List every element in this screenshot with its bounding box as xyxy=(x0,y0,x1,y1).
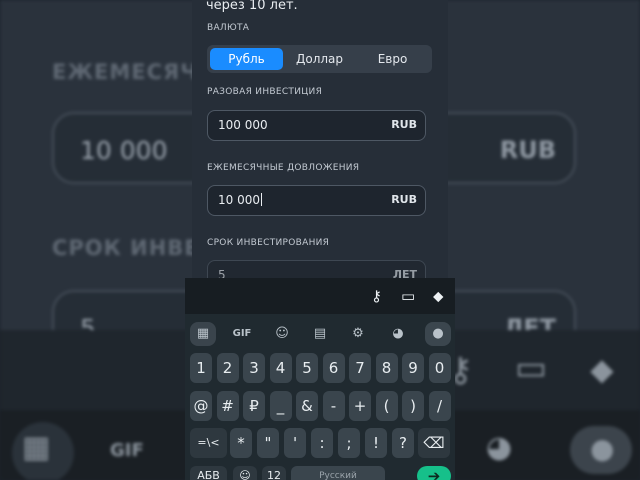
currency-option-ruble[interactable]: Рубль xyxy=(210,48,283,70)
punctuation-key[interactable]: ! xyxy=(365,428,387,458)
currency-option-dollar[interactable]: Доллар xyxy=(283,48,356,70)
bg-palette-icon: ◕ xyxy=(486,430,513,465)
bg-field-unit: RUB xyxy=(499,136,556,164)
initial-investment-field[interactable]: 100 000 RUB xyxy=(207,110,426,141)
punctuation-key[interactable]: " xyxy=(257,428,279,458)
symbol-key[interactable]: + xyxy=(349,391,371,421)
digit-key[interactable]: 9 xyxy=(402,353,424,383)
bg-grid-icon: ▦ xyxy=(22,430,51,465)
term-label: СРОК ИНВЕСТИРОВАНИЯ xyxy=(207,238,330,248)
grid-button[interactable]: ▦ xyxy=(190,322,216,346)
digit-key[interactable]: 6 xyxy=(322,353,345,383)
punctuation-key[interactable]: : xyxy=(311,428,333,458)
bg-mic-icon: ● xyxy=(590,432,615,465)
bg-card-icon: ▭ xyxy=(515,348,548,388)
mic-icon[interactable]: ● xyxy=(425,322,451,346)
digit-key[interactable]: 2 xyxy=(216,353,239,383)
bg-field-value: 10 000 xyxy=(80,136,168,165)
num-key[interactable]: 12 xyxy=(262,466,286,480)
term-value: 5 xyxy=(218,268,226,278)
term-field[interactable]: 5 ЛЕТ xyxy=(207,260,426,278)
clipboard-icon[interactable]: ▤ xyxy=(307,322,333,346)
location-pin-icon[interactable]: ⬥ xyxy=(433,287,444,305)
symbol-key[interactable]: _ xyxy=(269,391,292,421)
currency-segmented-control: Рубль Доллар Евро xyxy=(207,45,432,73)
symbol-key[interactable]: / xyxy=(428,391,451,421)
currency-option-euro[interactable]: Евро xyxy=(356,48,429,70)
monthly-contribution-field[interactable]: 10 000 RUB xyxy=(207,185,426,216)
digit-key[interactable]: 7 xyxy=(349,353,371,383)
shift-symbols-key[interactable]: =\< xyxy=(190,428,227,458)
backspace-key[interactable]: ⌫ xyxy=(418,428,450,458)
digit-key[interactable]: 8 xyxy=(375,353,398,383)
monthly-contribution-value-wrap: 10 000 xyxy=(218,193,262,207)
currency-label: ВАЛЮТА xyxy=(207,23,250,33)
symbol-key[interactable]: ) xyxy=(402,391,424,421)
abc-key[interactable]: АБВ xyxy=(190,466,227,480)
sticker-icon[interactable]: ☺ xyxy=(269,322,295,346)
palette-icon[interactable]: ◕ xyxy=(385,322,411,346)
space-key[interactable]: Русский xyxy=(291,466,385,480)
bg-pin-icon: ⬥ xyxy=(590,350,614,390)
monthly-contribution-unit: RUB xyxy=(391,193,417,206)
punctuation-key[interactable]: * xyxy=(230,428,252,458)
punctuation-key[interactable]: ' xyxy=(284,428,306,458)
digit-key[interactable]: 4 xyxy=(269,353,292,383)
key-icon[interactable]: ⚷ xyxy=(371,287,382,305)
initial-investment-value: 100 000 xyxy=(218,118,268,132)
digit-key[interactable]: 1 xyxy=(190,353,212,383)
symbol-key[interactable]: # xyxy=(216,391,239,421)
enter-key[interactable]: ➔ xyxy=(417,466,451,480)
text-caret xyxy=(261,193,262,206)
credit-card-icon[interactable]: ▭ xyxy=(401,287,415,305)
punctuation-key[interactable]: ? xyxy=(392,428,414,458)
digit-key[interactable]: 5 xyxy=(296,353,318,383)
autofill-bar: ⚷ ▭ ⬥ xyxy=(185,278,455,314)
symbol-key[interactable]: - xyxy=(322,391,345,421)
initial-investment-unit: RUB xyxy=(391,118,417,131)
gif-button[interactable]: GIF xyxy=(229,322,255,346)
settings-icon[interactable]: ⚙ xyxy=(345,322,371,346)
phone-screen: через 10 лет. ВАЛЮТА Рубль Доллар Евро Р… xyxy=(185,0,455,480)
bg-gif-label: GIF xyxy=(110,440,144,461)
sym-key[interactable]: ☺ xyxy=(233,466,257,480)
term-unit: ЛЕТ xyxy=(392,268,417,278)
symbol-key[interactable]: ( xyxy=(375,391,398,421)
initial-investment-label: РАЗОВАЯ ИНВЕСТИЦИЯ xyxy=(207,87,323,97)
monthly-contribution-value: 10 000 xyxy=(218,193,260,207)
header-text: через 10 лет. xyxy=(206,0,298,13)
punctuation-key[interactable]: ; xyxy=(338,428,360,458)
digit-key[interactable]: 0 xyxy=(428,353,451,383)
symbol-key[interactable]: ₽ xyxy=(243,391,265,421)
symbol-key[interactable]: & xyxy=(296,391,318,421)
soft-keyboard: ⚷ ▭ ⬥ ▦ GIF ☺ ▤ ⚙ ◕ ● 1234567890 @ # ₽ _ & - +… xyxy=(185,278,455,480)
symbol-key[interactable]: @ xyxy=(190,391,212,421)
app-screen: через 10 лет. ВАЛЮТА Рубль Доллар Евро Р… xyxy=(192,0,448,278)
digit-key[interactable]: 3 xyxy=(243,353,265,383)
monthly-contribution-label: ЕЖЕМЕСЯЧНЫЕ ДОВЛОЖЕНИЯ xyxy=(207,163,360,173)
